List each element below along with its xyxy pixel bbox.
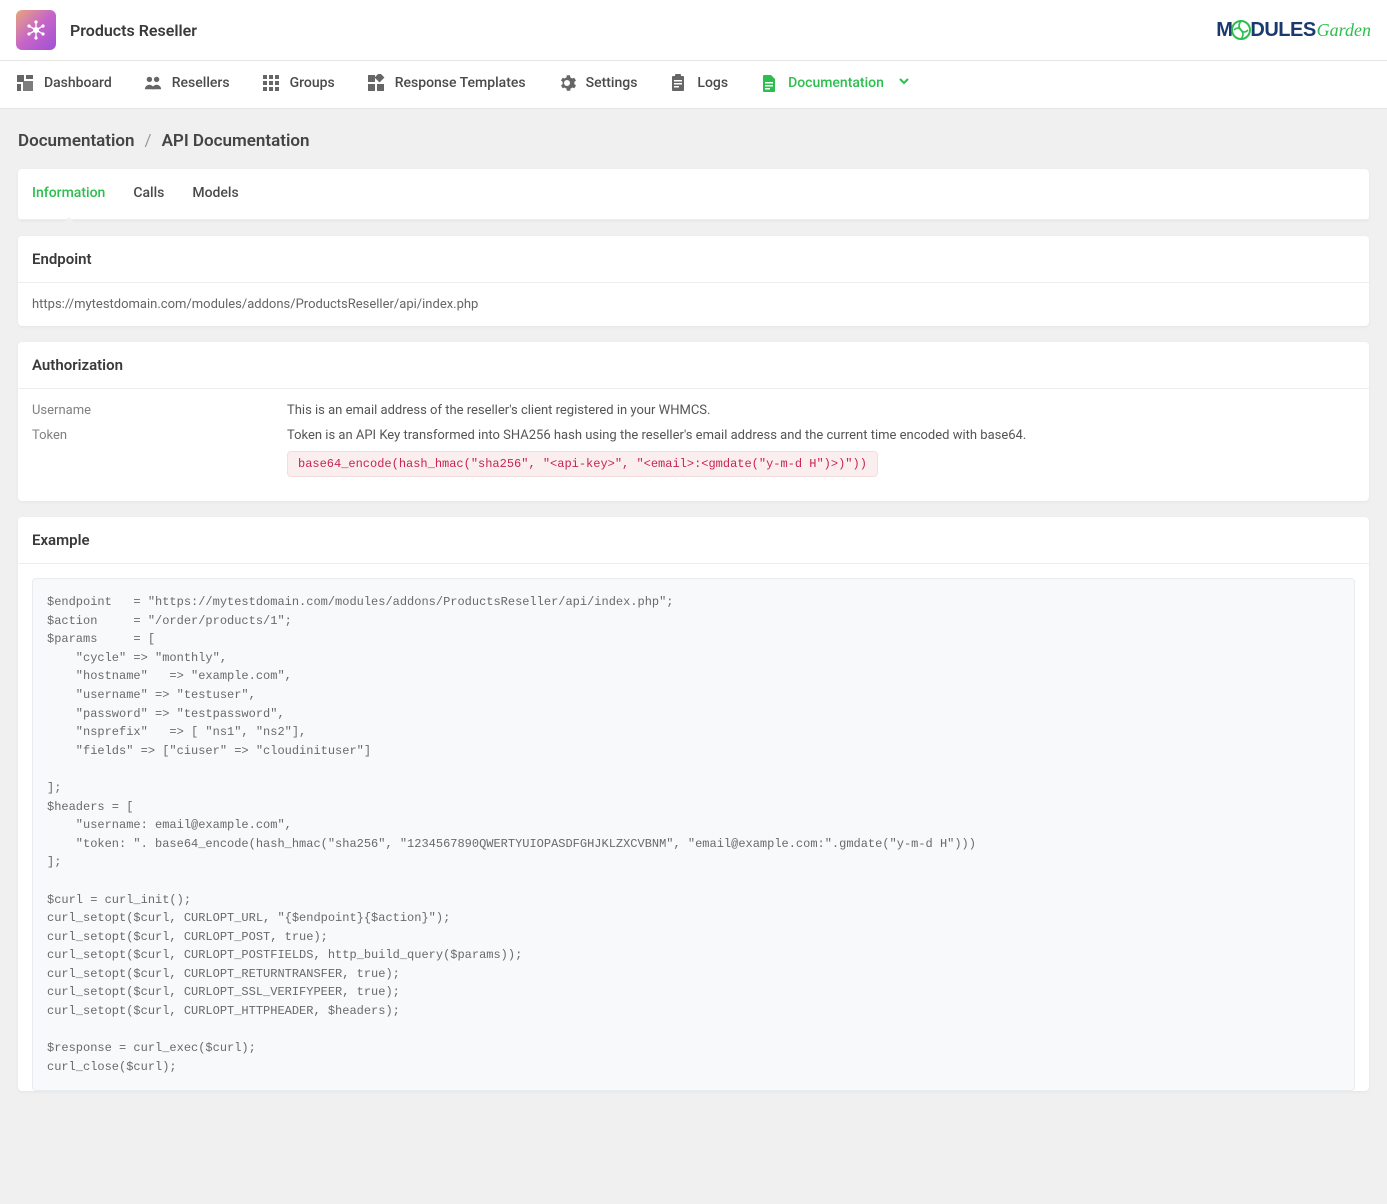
nav-resellers[interactable]: Resellers [144, 61, 230, 108]
nav-settings[interactable]: Settings [558, 61, 638, 108]
auth-token-desc: Token is an API Key transformed into SHA… [287, 428, 1355, 443]
authorization-card: Authorization Username This is an email … [18, 342, 1369, 501]
nav-label: Groups [290, 75, 335, 91]
example-title: Example [18, 517, 1369, 564]
example-card: Example $endpoint = "https://mytestdomai… [18, 517, 1369, 1091]
dashboard-icon [16, 74, 34, 92]
app-title: Products Reseller [70, 21, 197, 40]
document-icon [760, 74, 778, 92]
auth-token-code: base64_encode(hash_hmac("sha256", "<api-… [287, 451, 878, 477]
nav-label: Settings [586, 75, 638, 91]
nav-label: Documentation [788, 75, 884, 91]
auth-username-label: Username [32, 403, 287, 418]
top-bar-left: Products Reseller [16, 10, 197, 50]
auth-row-token: Token Token is an API Key transformed in… [32, 428, 1355, 477]
nav-groups[interactable]: Groups [262, 61, 335, 108]
auth-token-label: Token [32, 428, 287, 443]
tab-information[interactable]: Information [32, 169, 105, 219]
network-icon [24, 18, 48, 42]
main-nav: Dashboard Resellers Groups Response Temp… [0, 61, 1387, 109]
tabs-card: Information Calls Models [18, 169, 1369, 220]
gear-icon [558, 74, 576, 92]
nav-response-templates[interactable]: Response Templates [367, 61, 526, 108]
brand-logo[interactable]: M DULES Garden [1216, 19, 1371, 42]
endpoint-title: Endpoint [18, 236, 1369, 283]
clipboard-icon [669, 74, 687, 92]
breadcrumb-root[interactable]: Documentation [18, 131, 135, 151]
authorization-title: Authorization [18, 342, 1369, 389]
nav-label: Dashboard [44, 75, 112, 91]
page-content: Documentation / API Documentation Inform… [0, 109, 1387, 1137]
auth-row-username: Username This is an email address of the… [32, 403, 1355, 418]
brand-text-m: M [1216, 19, 1232, 42]
app-logo [16, 10, 56, 50]
auth-username-desc: This is an email address of the reseller… [287, 403, 1355, 418]
globe-icon [1231, 20, 1251, 40]
tab-models[interactable]: Models [192, 169, 238, 219]
brand-text-dules: DULES [1250, 19, 1315, 42]
nav-label: Logs [697, 75, 728, 91]
tabs: Information Calls Models [18, 169, 1369, 220]
endpoint-card: Endpoint https://mytestdomain.com/module… [18, 236, 1369, 326]
people-icon [144, 74, 162, 92]
brand-text-garden: Garden [1317, 20, 1371, 41]
breadcrumb: Documentation / API Documentation [0, 109, 1387, 169]
nav-label: Resellers [172, 75, 230, 91]
nav-documentation[interactable]: Documentation [760, 61, 910, 108]
tab-label: Information [32, 185, 105, 201]
breadcrumb-separator: / [145, 131, 152, 151]
endpoint-url: https://mytestdomain.com/modules/addons/… [18, 283, 1369, 326]
example-code: $endpoint = "https://mytestdomain.com/mo… [32, 578, 1355, 1091]
tab-calls[interactable]: Calls [133, 169, 164, 219]
nav-logs[interactable]: Logs [669, 61, 728, 108]
tab-label: Calls [133, 185, 164, 201]
nav-label: Response Templates [395, 75, 526, 91]
nav-dashboard[interactable]: Dashboard [16, 61, 112, 108]
widgets-icon [367, 74, 385, 92]
top-bar: Products Reseller M DULES Garden [0, 0, 1387, 61]
tab-label: Models [192, 185, 238, 201]
breadcrumb-current: API Documentation [162, 131, 310, 151]
chevron-down-icon [898, 75, 910, 91]
grid-icon [262, 74, 280, 92]
